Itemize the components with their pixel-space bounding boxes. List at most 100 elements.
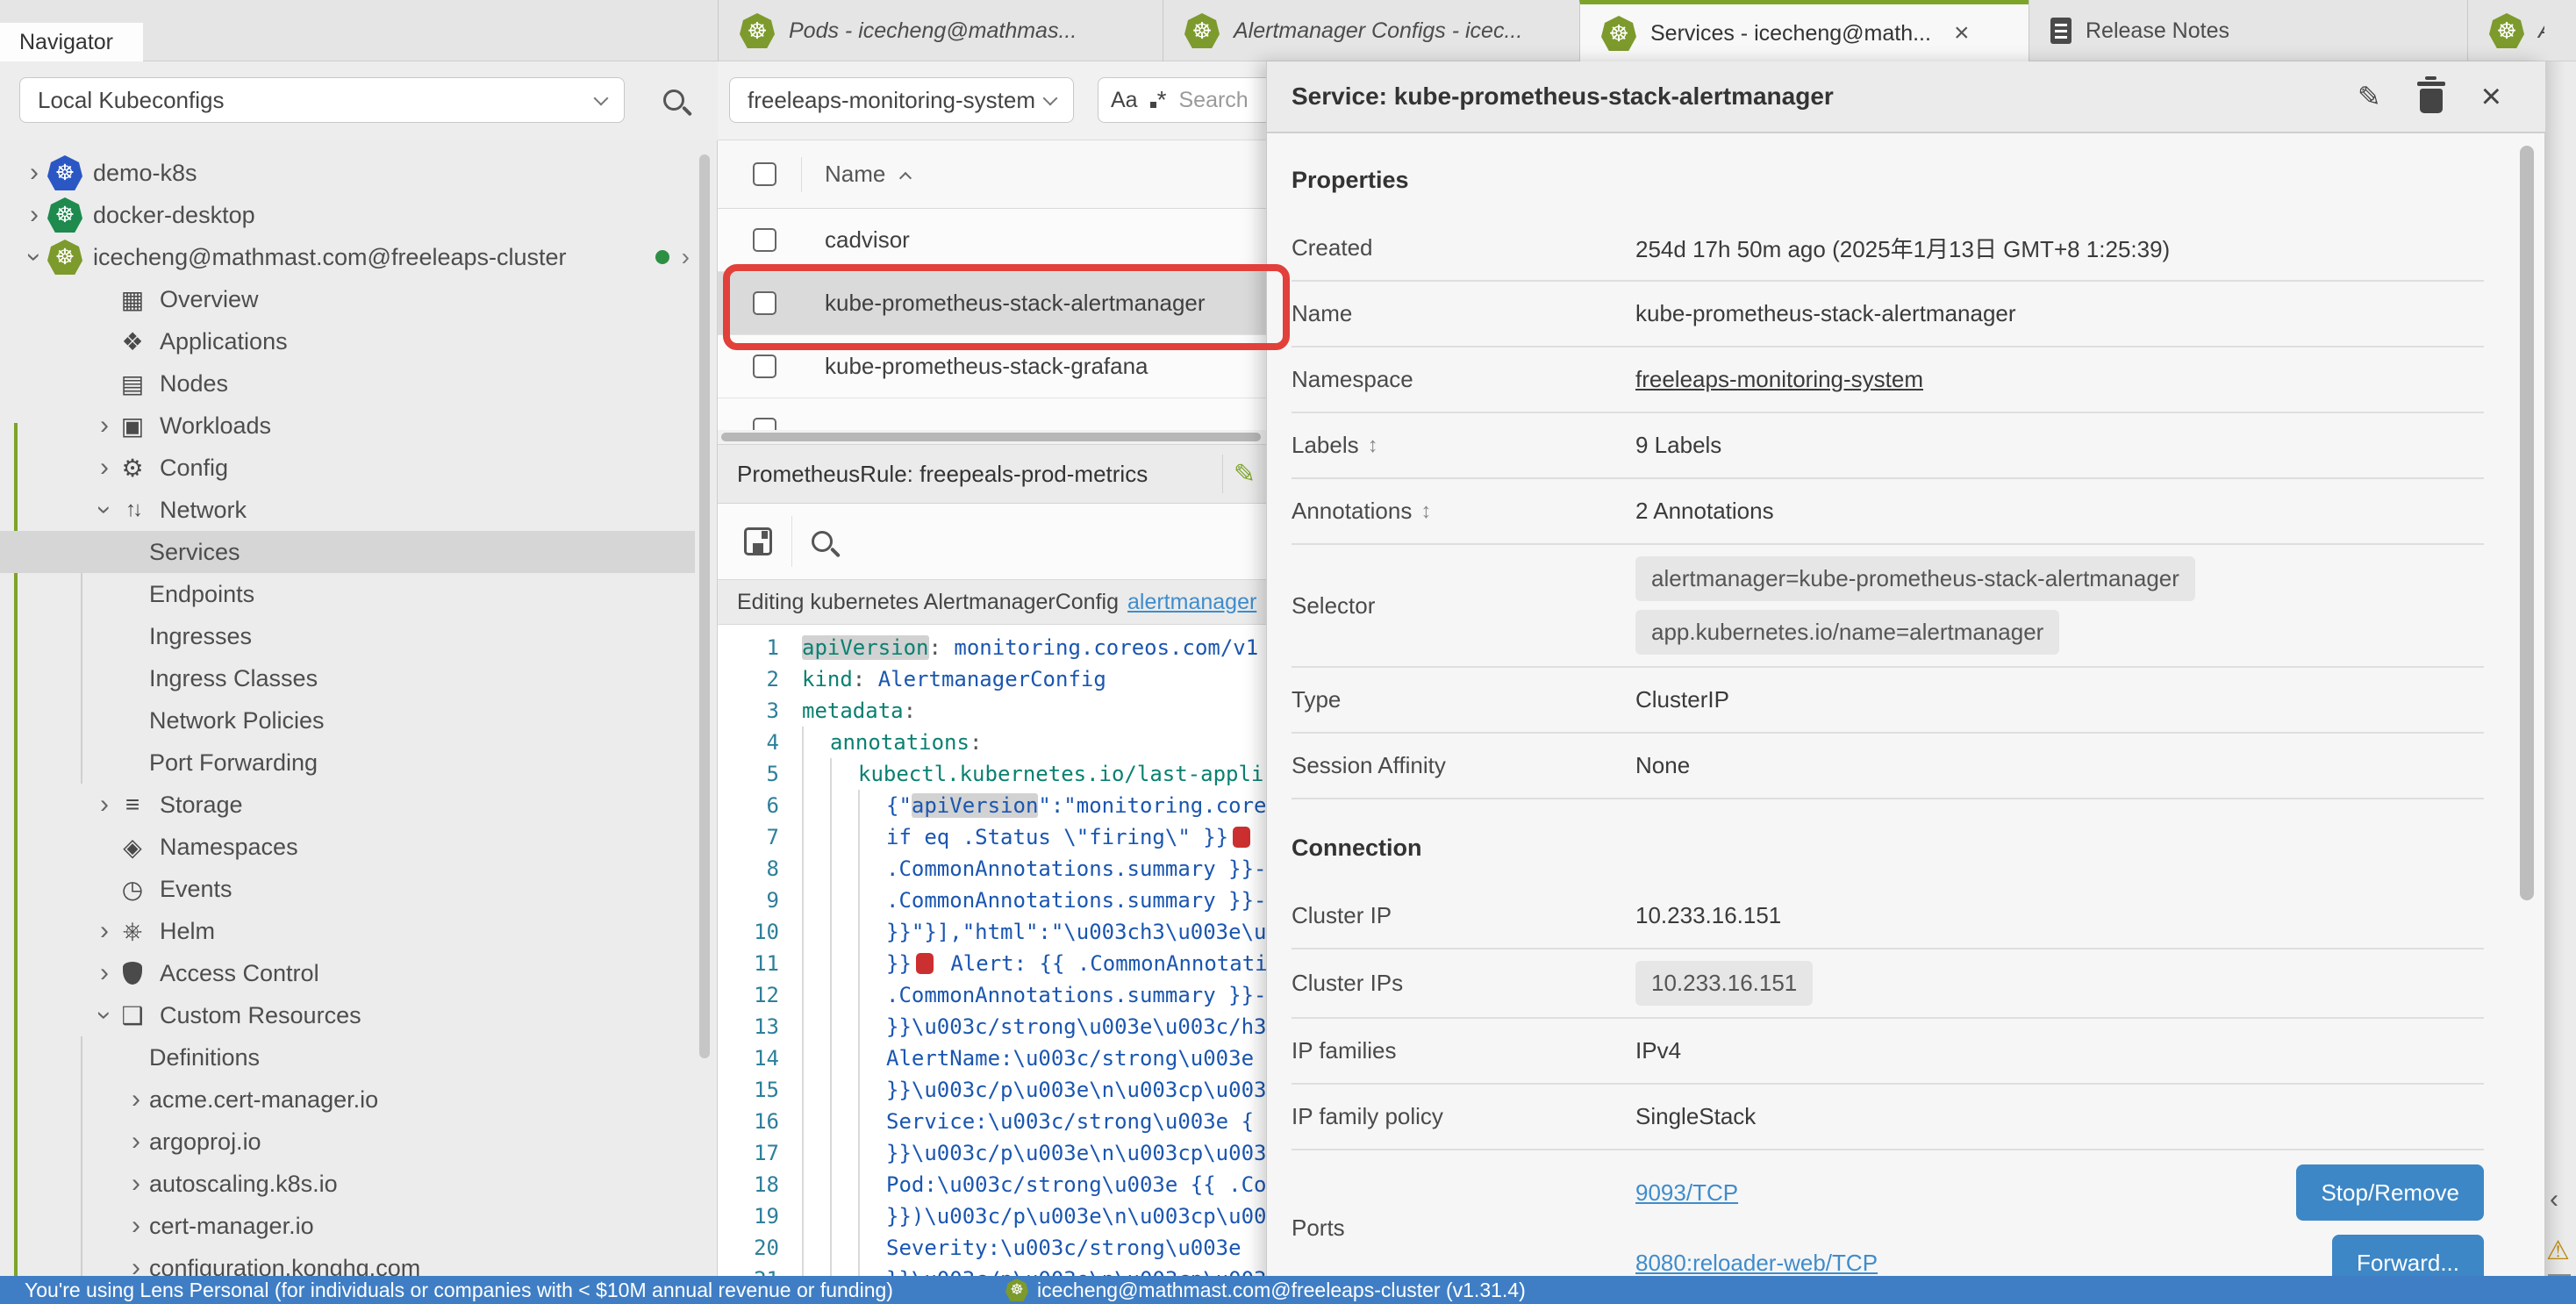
sidebar-item-workloads[interactable]: ›▣Workloads [0,405,695,447]
code-line[interactable]: 20Severity:\u003c/strong\u003e [718,1232,1266,1264]
sidebar-item-services[interactable]: Services [0,531,695,573]
table-row-kube-prometheus-stack-alertmanager[interactable]: kube-prometheus-stack-alertmanager [718,272,1266,335]
collapse-icon[interactable]: ‹ [2550,1185,2558,1214]
sidebar-item-network-policies[interactable]: Network Policies [0,699,695,742]
sidebar-item-access-control[interactable]: ›Access Control [0,952,695,994]
tab-release-notes[interactable]: Release Notes [2029,0,2467,61]
navigator-panel-tab[interactable]: Navigator [0,23,143,61]
column-header-name[interactable]: Name [825,161,885,188]
chevron-right-icon[interactable]: › [91,960,118,986]
code-line[interactable]: 11}} Alert: {{ .CommonAnnotati [718,948,1266,979]
regex-icon[interactable]: * [1150,86,1167,114]
sort-icon[interactable]: ↕ [1368,433,1378,458]
sidebar-item-configuration-konghq-com[interactable]: ›configuration.konghq.com [0,1247,695,1279]
edit-pencil-icon[interactable]: ✎ [1223,459,1266,490]
namespace-select[interactable]: freeleaps-monitoring-system [729,77,1074,123]
sidebar-item-cert-manager-io[interactable]: ›cert-manager.io [0,1205,695,1247]
sidebar-item-docker-desktop[interactable]: ›☸docker-desktop [0,194,695,236]
tab-services-icecheng-math[interactable]: ☸Services - icecheng@math...× [1579,0,2029,62]
chevron-right-icon[interactable]: › [123,1086,149,1113]
sidebar-item-custom-resources[interactable]: ›❑Custom Resources [0,994,695,1036]
delete-icon[interactable] [2420,89,2443,113]
sort-asc-icon[interactable] [899,171,912,183]
sidebar-item-overview[interactable]: ▦Overview [0,278,695,320]
sidebar-item-nodes[interactable]: ▤Nodes [0,362,695,405]
chevron-down-icon[interactable]: › [91,1002,118,1028]
code-line[interactable]: 3metadata: [718,695,1266,727]
sidebar-item-helm[interactable]: ›⎈Helm [0,910,695,952]
table-row-cadvisor[interactable]: cadvisor [718,209,1266,272]
sidebar-item-demo-k8s[interactable]: ›☸demo-k8s [0,152,695,194]
tab-pods-icecheng-mathmas[interactable]: ☸Pods - icecheng@mathmas... [718,0,1163,61]
chevron-right-icon[interactable]: › [123,1171,149,1197]
sidebar-item-autoscaling-k8s-io[interactable]: ›autoscaling.k8s.io [0,1163,695,1205]
match-case-icon[interactable]: Aa [1111,88,1138,113]
code-line[interactable]: 1apiVersion: monitoring.coreos.com/v1 [718,632,1266,663]
select-all-checkbox[interactable] [753,162,776,186]
row-checkbox[interactable] [753,418,776,430]
close-icon[interactable]: × [2481,79,2501,114]
chevron-right-icon[interactable]: › [91,412,118,439]
chevron-right-icon[interactable]: › [123,1128,149,1155]
sidebar-item-ingresses[interactable]: Ingresses [0,615,695,657]
code-line[interactable]: 19}})\u003c/p\u003e\n\u003cp\u00 [718,1200,1266,1232]
yaml-editor[interactable]: 1apiVersion: monitoring.coreos.com/v12ki… [718,625,1266,1304]
row-checkbox[interactable] [753,228,776,252]
sidebar-item-port-forwarding[interactable]: Port Forwarding [0,742,695,784]
code-line[interactable]: 13}}\u003c/strong\u003e\u003c/h3 [718,1011,1266,1042]
tab-alertmanager-configs-icec[interactable]: ☸Alertmanager Configs - icec... [1163,0,1579,61]
sidebar-item-acme-cert-manager-io[interactable]: ›acme.cert-manager.io [0,1078,695,1121]
sidebar-item-namespaces[interactable]: ◈Namespaces [0,826,695,868]
code-line[interactable]: 5kubectl.kubernetes.io/last-appli [718,758,1266,790]
namespace-link[interactable]: freeleaps-monitoring-system [1635,366,1923,393]
code-line[interactable]: 2kind: AlertmanagerConfig [718,663,1266,695]
chevron-right-icon[interactable]: › [21,160,47,186]
code-line[interactable]: 8.CommonAnnotations.summary }}- [718,853,1266,885]
save-icon[interactable] [744,527,772,555]
sidebar-item-endpoints[interactable]: Endpoints [0,573,695,615]
code-line[interactable]: 18Pod:\u003c/strong\u003e {{ .Co [718,1169,1266,1200]
drawer-scrollbar[interactable] [2520,146,2534,900]
tab-a[interactable]: ☸A [2467,0,2544,61]
code-line[interactable]: 9.CommonAnnotations.summary }}- [718,885,1266,916]
chevron-right-icon[interactable]: › [123,1213,149,1239]
table-row-partial[interactable] [718,398,1266,430]
sidebar-item-applications[interactable]: ❖Applications [0,320,695,362]
code-line[interactable]: 6{"apiVersion":"monitoring.core [718,790,1266,821]
sidebar-item-definitions[interactable]: Definitions [0,1036,695,1078]
chevron-right-icon[interactable]: › [21,202,47,228]
sidebar-scrollbar[interactable] [699,154,710,1058]
port-link-8080-reloader-web-tcp[interactable]: 8080:reloader-web/TCP [1635,1250,1878,1277]
code-line[interactable]: 16Service:\u003c/strong\u003e { [718,1106,1266,1137]
sidebar-item-ingress-classes[interactable]: Ingress Classes [0,657,695,699]
chevron-down-icon[interactable]: › [21,244,47,270]
code-line[interactable]: 10}}"}],"html":"\u003ch3\u003e\u [718,916,1266,948]
editing-resource-link[interactable]: alertmanager [1127,590,1256,615]
code-line[interactable]: 7if eq .Status \"firing\" }} [718,821,1266,853]
code-line[interactable]: 15}}\u003c/p\u003e\n\u003cp\u003 [718,1074,1266,1106]
row-checkbox[interactable] [753,355,776,378]
horizontal-scrollbar[interactable] [718,430,1266,444]
editor-search-icon[interactable] [812,531,833,552]
code-line[interactable]: 17}}\u003c/p\u003e\n\u003cp\u003 [718,1137,1266,1169]
code-line[interactable]: 12.CommonAnnotations.summary }}- [718,979,1266,1011]
chevron-down-icon[interactable]: › [91,497,118,523]
code-line[interactable]: 14AlertName:\u003c/strong\u003e [718,1042,1266,1074]
sidebar-item-storage[interactable]: ›≡Storage [0,784,695,826]
port-link-9093-tcp[interactable]: 9093/TCP [1635,1179,1738,1207]
chevron-right-icon[interactable]: › [91,918,118,944]
active-cluster-status[interactable]: icecheng@mathmast.com@freeleaps-cluster … [1037,1279,1526,1302]
sidebar-item-network[interactable]: ›↑↓Network [0,489,695,531]
row-checkbox[interactable] [753,291,776,315]
search-icon[interactable] [663,90,684,111]
chevron-right-icon[interactable]: › [91,792,118,818]
edit-icon[interactable]: ✎ [2358,80,2381,113]
sort-icon[interactable]: ↕ [1420,499,1431,524]
warning-icon[interactable]: ⚠ [2546,1236,2570,1266]
chevron-right-icon[interactable]: › [91,455,118,481]
chevron-right-icon[interactable]: › [682,243,690,271]
sidebar-item-argoproj-io[interactable]: ›argoproj.io [0,1121,695,1163]
code-line[interactable]: 4annotations: [718,727,1266,758]
stop-remove-button[interactable]: Stop/Remove [2296,1164,2484,1221]
sidebar-item-icecheng-mathmast-com-freeleaps-cluster[interactable]: ›☸icecheng@mathmast.com@freeleaps-cluste… [0,236,695,278]
